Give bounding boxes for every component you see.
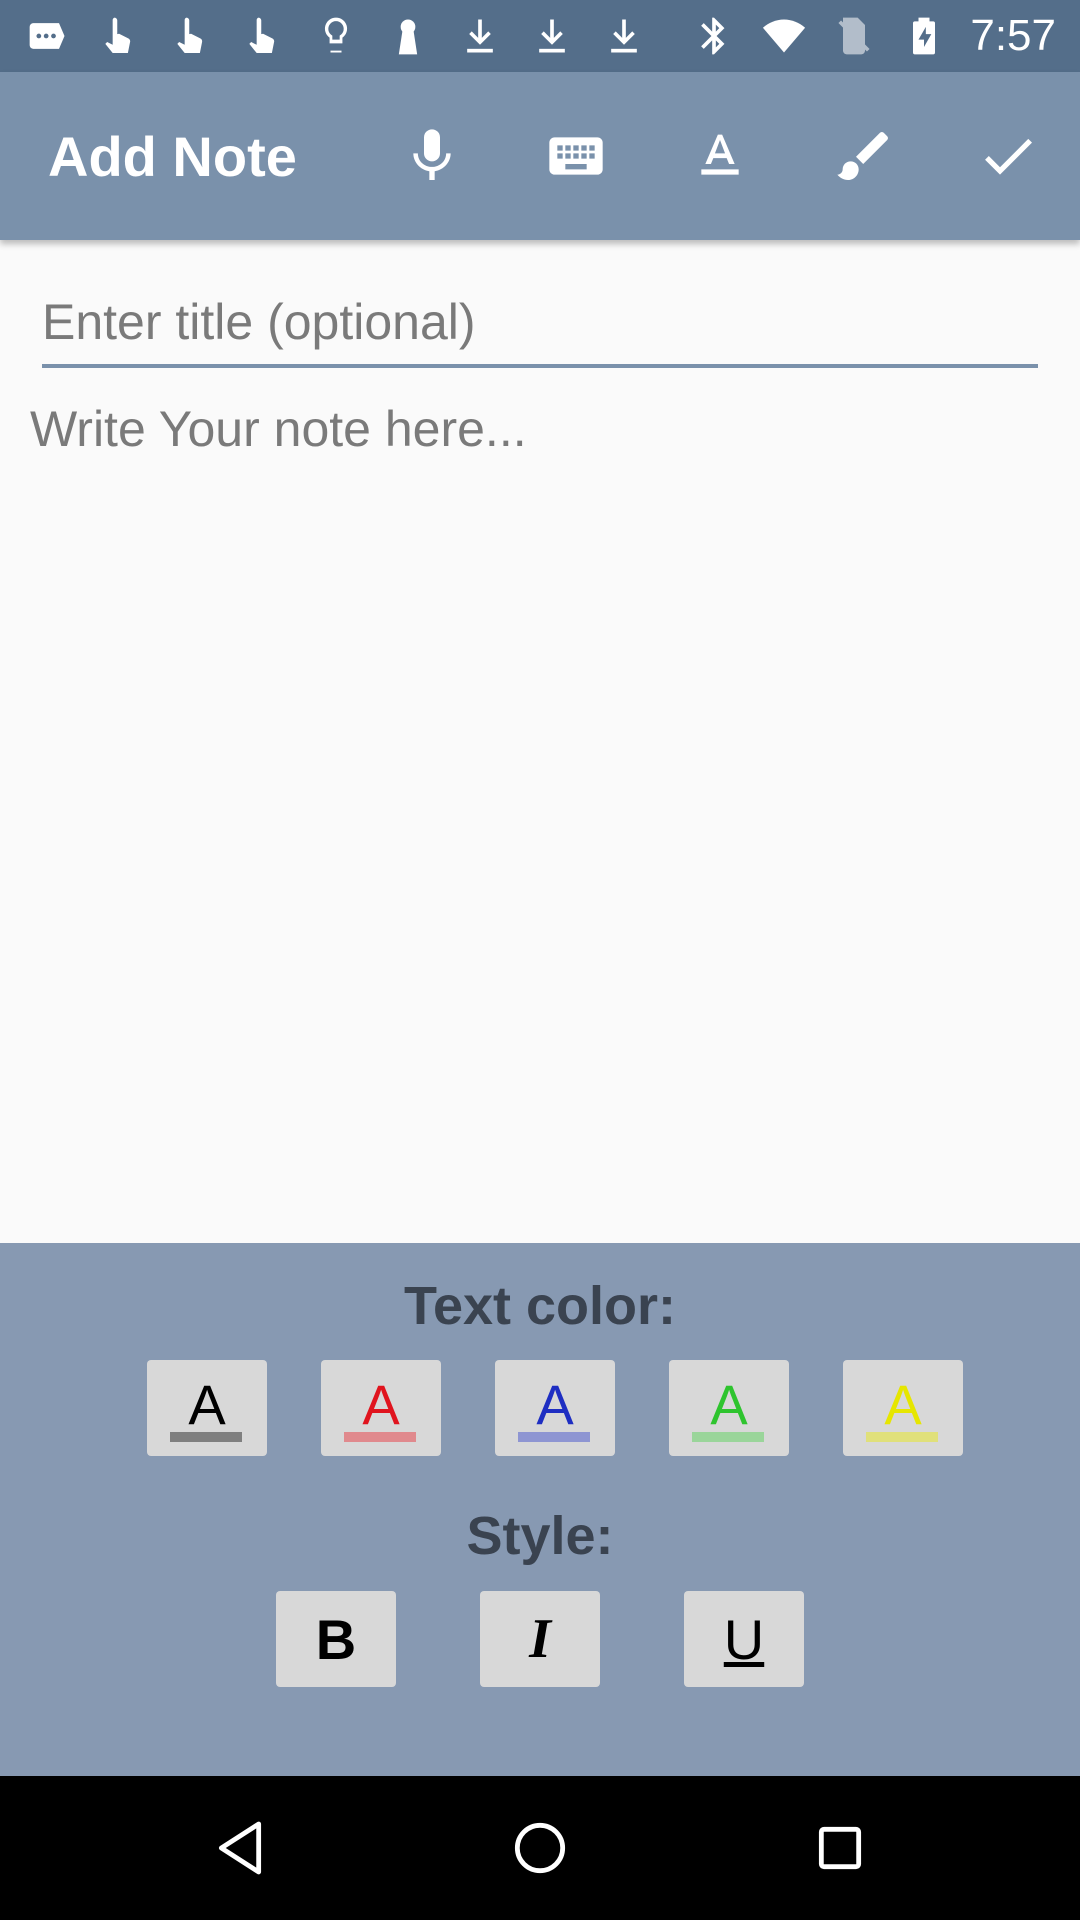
brush-button[interactable]	[816, 108, 912, 204]
status-bar: 7:57	[0, 0, 1080, 72]
format-panel: Text color: A A A A A Style: B I U	[0, 1243, 1080, 1776]
touch-icon	[240, 12, 288, 60]
system-icons: 7:57	[690, 11, 1056, 61]
battery-charging-icon	[900, 12, 948, 60]
color-underline	[170, 1432, 242, 1442]
text-color-yellow-button[interactable]: A	[843, 1360, 963, 1456]
recents-icon	[818, 1826, 862, 1870]
notification-icons	[24, 12, 648, 60]
download-icon	[528, 12, 576, 60]
touch-icon	[168, 12, 216, 60]
voice-input-button[interactable]	[384, 108, 480, 204]
navigation-bar	[0, 1776, 1080, 1920]
note-body-input[interactable]	[30, 400, 1050, 1220]
keyboard-button[interactable]	[528, 108, 624, 204]
bold-button[interactable]: B	[276, 1591, 396, 1687]
color-letter: A	[188, 1373, 226, 1436]
recents-button[interactable]	[788, 1796, 892, 1900]
back-icon	[218, 1821, 262, 1875]
touch-icon	[96, 12, 144, 60]
message-icon	[24, 12, 72, 60]
text-format-icon	[701, 134, 739, 175]
color-underline	[518, 1432, 590, 1442]
text-color-black-button[interactable]: A	[147, 1360, 267, 1456]
color-letter: A	[710, 1373, 748, 1436]
save-button[interactable]	[960, 108, 1056, 204]
color-letter: A	[536, 1373, 574, 1436]
text-color-green-button[interactable]: A	[669, 1360, 789, 1456]
lightbulb-icon	[312, 12, 360, 60]
text-color-red-button[interactable]: A	[321, 1360, 441, 1456]
text-color-heading: Text color:	[403, 1276, 677, 1336]
no-sim-icon	[830, 12, 878, 60]
text-color-blue-button[interactable]: A	[495, 1360, 615, 1456]
home-button[interactable]	[488, 1796, 592, 1900]
keyboard-icon	[549, 137, 603, 175]
back-button[interactable]	[188, 1796, 292, 1900]
wifi-icon	[760, 12, 808, 60]
underline-button[interactable]: U	[684, 1591, 804, 1687]
color-underline	[344, 1432, 416, 1442]
italic-button[interactable]: I	[480, 1591, 600, 1687]
color-underline	[866, 1432, 938, 1442]
download-icon	[600, 12, 648, 60]
clock: 7:57	[970, 11, 1056, 60]
text-format-button[interactable]	[672, 108, 768, 204]
color-underline	[692, 1432, 764, 1442]
check-icon	[985, 138, 1032, 175]
page-title: Add Note	[48, 124, 297, 188]
app-bar: Add Note	[0, 72, 1080, 240]
download-icon	[456, 12, 504, 60]
keyhole-icon	[384, 12, 432, 60]
microphone-icon	[413, 129, 451, 180]
title-input[interactable]	[42, 280, 1038, 368]
bluetooth-icon	[690, 12, 738, 60]
color-letter: A	[362, 1373, 400, 1436]
home-icon	[514, 1822, 566, 1874]
style-heading: Style:	[466, 1506, 614, 1566]
brush-icon	[837, 132, 888, 180]
color-letter: A	[884, 1373, 922, 1436]
